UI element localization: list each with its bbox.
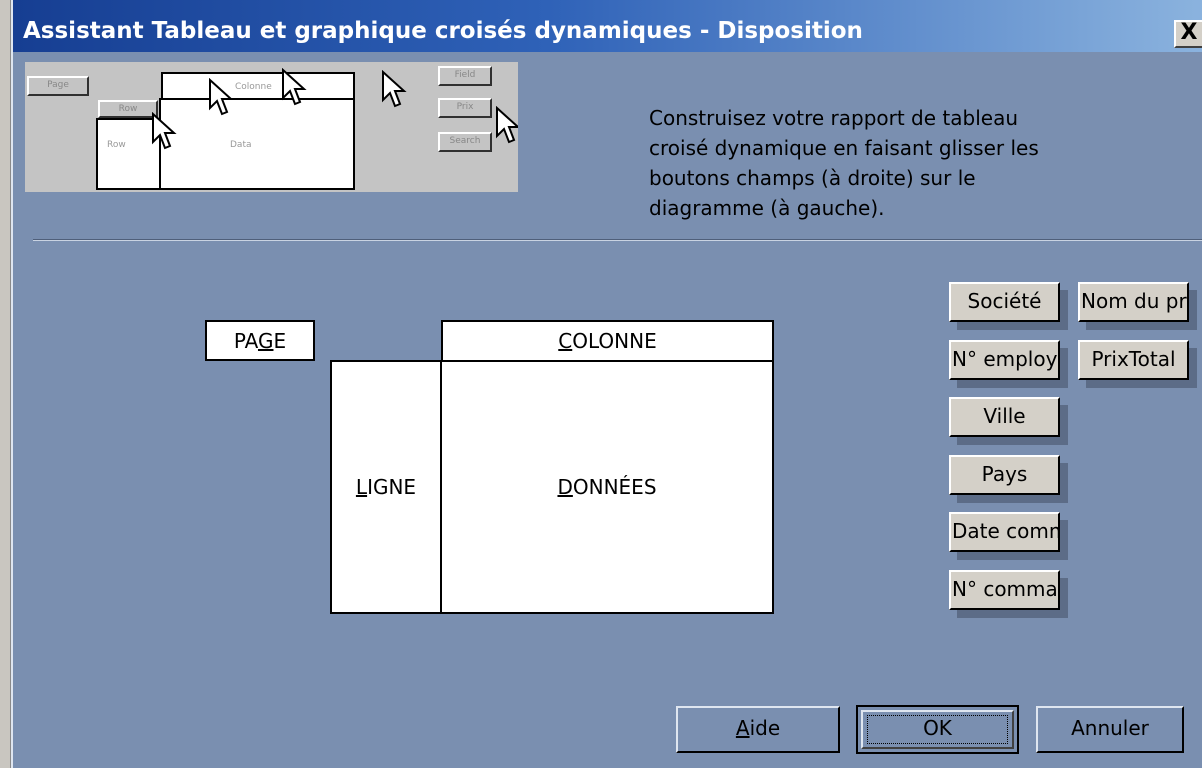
cursor-icon — [152, 112, 177, 150]
preview-data-area — [159, 98, 355, 190]
field-button-societe[interactable]: Société — [949, 282, 1060, 322]
separator-line — [33, 239, 1202, 241]
ok-button[interactable]: OK — [856, 705, 1019, 754]
help-button-label: Aide — [735, 716, 781, 740]
preview-field-button-3: Search — [438, 132, 492, 152]
help-button[interactable]: Aide — [676, 706, 840, 753]
dialog-title: Assistant Tableau et graphique croisés d… — [23, 18, 863, 44]
ok-button-label: OK — [867, 715, 1008, 744]
pivot-layout-dialog: Assistant Tableau et graphique croisés d… — [11, 0, 1202, 768]
row-area-label: LIGNE — [355, 475, 417, 499]
preview-field-button-2: Prix — [438, 98, 492, 118]
cursor-icon — [382, 70, 407, 108]
column-area-label: COLONNE — [558, 329, 657, 353]
cancel-button[interactable]: Annuler — [1036, 706, 1184, 753]
page-area-label: PAGE — [233, 328, 287, 353]
preview-row-label: Row — [107, 140, 126, 150]
field-button-date-commande[interactable]: Date comm — [949, 512, 1060, 552]
preview-column-label: Colonne — [235, 82, 272, 92]
field-button-ville[interactable]: Ville — [949, 397, 1060, 437]
field-button-no-employe[interactable]: N° employ — [949, 340, 1060, 380]
preview-field-button-1: Field — [438, 66, 492, 86]
layout-preview-image: Page Row Colonne Row Data Field Prix Sea… — [25, 62, 518, 192]
field-button-nom-du-produit[interactable]: Nom du pr — [1078, 282, 1189, 322]
preview-row-button: Row — [98, 100, 158, 118]
row-drop-area[interactable]: LIGNE — [330, 360, 442, 614]
field-button-prix-total[interactable]: PrixTotal — [1078, 340, 1189, 380]
cursor-icon — [282, 68, 307, 106]
field-button-no-commande[interactable]: N° comma — [949, 570, 1060, 610]
column-drop-area[interactable]: COLONNE — [441, 320, 774, 362]
preview-data-label: Data — [230, 140, 252, 150]
field-button-pays[interactable]: Pays — [949, 455, 1060, 495]
cursor-icon — [209, 78, 234, 116]
background-window-edge — [0, 0, 11, 768]
page-drop-area[interactable]: PAGE — [205, 320, 315, 361]
data-area-label: DONNÉES — [557, 475, 657, 499]
cursor-icon — [496, 106, 518, 144]
title-bar[interactable]: Assistant Tableau et graphique croisés d… — [13, 0, 1202, 52]
preview-page-button: Page — [27, 76, 89, 96]
instructions-text: Construisez votre rapport de tableau cro… — [649, 106, 1039, 220]
close-button[interactable]: X — [1174, 20, 1202, 48]
close-icon: X — [1180, 20, 1198, 45]
data-drop-area[interactable]: DONNÉES — [440, 360, 774, 614]
